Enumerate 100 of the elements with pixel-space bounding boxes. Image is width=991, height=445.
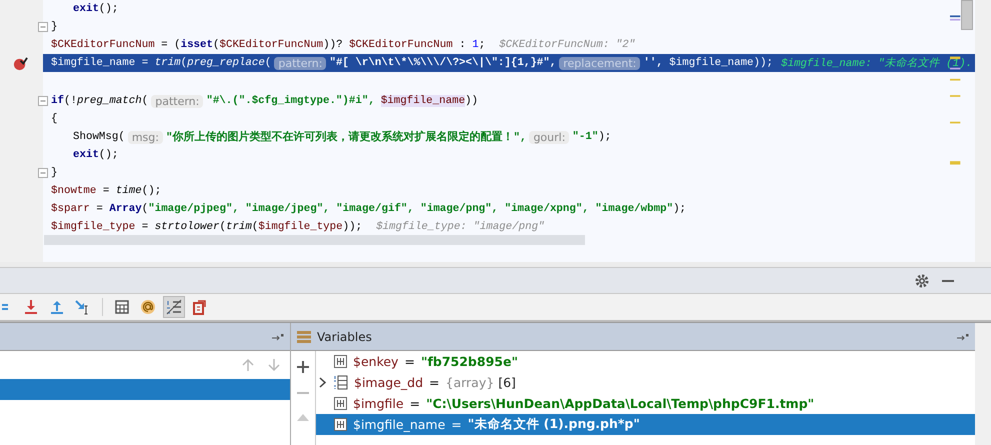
code-text: = — [140, 57, 150, 69]
code-text: '', — [643, 57, 664, 69]
parameter-hint: msg: — [128, 130, 163, 144]
code-text: "image/pjpeg", "image/jpeg", "image/gif", "image/png", "image/xpng", "image/wbmp" — [148, 203, 674, 215]
code-text: { — [51, 113, 58, 125]
code-text: ); — [673, 203, 686, 215]
field-icon — [334, 355, 347, 368]
parameter-hint: replacement: — [559, 56, 640, 70]
code-text: ; — [478, 39, 486, 51]
code-text: "#[ \r\n\t\*\%\\\/\?><\|\":]{1,}#", — [329, 57, 556, 69]
code-text: } — [51, 21, 58, 33]
variable-name: $image_dd — [354, 375, 424, 390]
code-text: = — [102, 185, 110, 197]
list-icon — [297, 330, 311, 344]
variable-value: [6] — [498, 375, 516, 390]
code-text: $CKEditorFuncNum — [51, 39, 155, 51]
code-text: = — [140, 221, 150, 233]
code-text: Array — [109, 203, 142, 215]
code-text: preg_replace — [187, 57, 265, 69]
variable-value: "C:\Users\HunDean\AppData\Local\Temp\phpC9F1.tmp" — [426, 396, 814, 411]
code-text: ))? — [323, 39, 344, 51]
variable-row[interactable]: $imgfile = "C:\Users\HunDean\AppData\Local\Temp\phpC9F1.tmp" — [316, 393, 975, 414]
code-text: $CKEditorFuncNum — [349, 39, 453, 51]
code-text: if — [51, 95, 64, 107]
variable-name: $enkey — [353, 354, 398, 369]
horizontal-scrollbar[interactable] — [44, 235, 585, 245]
inline-value: $CKEditorFuncNum: "2" — [499, 39, 636, 51]
code-text: $sparr — [51, 203, 90, 215]
variable-row[interactable]: $image_dd = {array} [6] — [316, 372, 975, 393]
code-text: $imgfile_name — [51, 57, 136, 69]
code-text: = ( — [160, 39, 181, 51]
parameter-hint: pattern: — [151, 94, 204, 108]
code-text: preg_match — [76, 95, 142, 107]
step-out-icon — [49, 299, 65, 315]
code-text: trim — [226, 221, 252, 233]
code-text: isset — [180, 39, 213, 51]
fold-icon[interactable] — [38, 168, 48, 178]
code-text: )) — [465, 95, 478, 107]
code-text: (); — [98, 149, 118, 161]
code-text: = — [95, 203, 104, 215]
calculator-icon — [114, 299, 130, 315]
code-text: ( — [264, 57, 272, 69]
fold-icon[interactable] — [38, 22, 48, 32]
equals-sign: = — [404, 354, 415, 369]
code-text: )); — [342, 221, 362, 233]
fold-icon[interactable] — [38, 96, 48, 106]
code-text: } — [51, 167, 58, 179]
at-sign-icon — [140, 299, 156, 315]
pin-icon[interactable] — [957, 332, 969, 340]
code-text: trim — [154, 57, 181, 69]
code-text: exit — [73, 3, 99, 15]
code-text: "你所上传的图片类型不在许可列表，请更改系统对扩展名限定的配置！", — [166, 130, 526, 144]
field-icon — [334, 397, 347, 410]
code-text: ( — [252, 221, 258, 233]
equals-sign: = — [451, 417, 462, 432]
code-text: 1 — [472, 39, 479, 51]
code-text: ( — [142, 95, 148, 107]
clipboard-icon — [192, 299, 208, 315]
code-text: ); — [598, 131, 612, 143]
code-text: ( — [142, 203, 148, 215]
code-text: "-1" — [572, 131, 598, 143]
code-text: (); — [98, 3, 118, 15]
code-text: ShowMsg( — [73, 131, 125, 143]
code-text: ( — [180, 57, 188, 69]
parameter-hint: gourl: — [529, 130, 570, 144]
code-text: ( — [213, 39, 220, 51]
expand-icon[interactable] — [319, 377, 327, 388]
code-text: $CKEditorFuncNum — [219, 39, 324, 51]
code-text: "#\.(".$cfg_imgtype.")#i", — [206, 95, 375, 107]
inline-value: $imgfile_name: "未命名文件 (1). — [780, 56, 972, 70]
code-text: (); — [142, 185, 162, 197]
code-text: exit — [73, 149, 99, 161]
code-text: strtolower — [154, 221, 220, 233]
variable-row[interactable]: $enkey = "fb752b895e" — [316, 351, 975, 372]
pin-icon[interactable] — [272, 332, 284, 340]
step-into-icon — [23, 299, 39, 315]
code-text: : — [458, 39, 467, 51]
parameter-hint: pattern: — [274, 56, 326, 70]
code-text: ( — [219, 221, 226, 233]
settings-icon[interactable] — [915, 274, 929, 288]
numbered-list-icon — [166, 299, 182, 315]
code-text: $imgfile_name — [669, 57, 754, 69]
code-text: time — [116, 185, 142, 197]
vertical-scrollbar[interactable] — [961, 0, 973, 30]
breakpoint-icon[interactable] — [13, 56, 28, 71]
variable-value: "未命名文件 (1).png.ph*p" — [468, 416, 640, 433]
array-icon — [334, 375, 348, 390]
field-icon — [334, 418, 347, 431]
code-text: $imgfile_name — [380, 95, 466, 107]
variable-row[interactable]: $imgfile_name = "未命名文件 (1).png.ph*p" — [316, 414, 975, 435]
equals-sign: = — [429, 375, 440, 390]
variable-name: $imgfile_name — [353, 417, 446, 432]
add-icon[interactable] — [297, 361, 309, 373]
panel-title: Variables — [317, 330, 372, 344]
variable-value: "fb752b895e" — [420, 354, 518, 369]
equals-sign: = — [410, 396, 420, 411]
variable-type: {array} — [446, 375, 494, 390]
toggle-list-button[interactable] — [163, 296, 185, 318]
variable-name: $imgfile — [353, 396, 404, 411]
code-text: $imgfile_type — [51, 221, 136, 233]
